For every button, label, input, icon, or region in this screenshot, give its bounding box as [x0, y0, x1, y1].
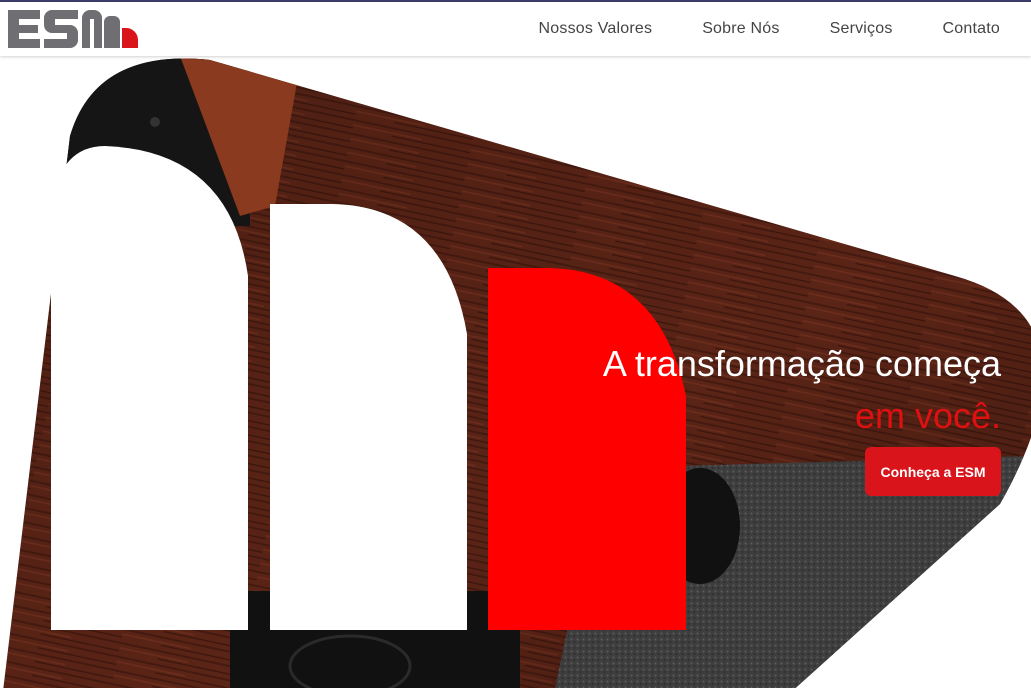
esm-logo[interactable]: [8, 8, 140, 50]
headline-line-1: A transformação começa: [602, 343, 1001, 384]
main-nav: Nossos Valores Sobre Nós Serviços Contat…: [489, 2, 1000, 56]
hero-section: A transformação começa em você. Conheça …: [0, 56, 1031, 688]
nav-item-sobre-nos[interactable]: Sobre Nós: [702, 20, 779, 38]
hero-headline: A transformação começa em você.: [603, 338, 1001, 442]
nav-item-nossos-valores[interactable]: Nossos Valores: [539, 20, 653, 38]
headline-line-2: em você.: [854, 395, 1001, 436]
nav-item-contato[interactable]: Contato: [943, 20, 1000, 38]
site-header: Nossos Valores Sobre Nós Serviços Contat…: [0, 2, 1031, 56]
hero-m-middle-stroke: [270, 204, 467, 630]
page: Nossos Valores Sobre Nós Serviços Contat…: [0, 0, 1031, 688]
nav-item-servicos[interactable]: Serviços: [830, 20, 893, 38]
hero-m-right-stroke: [488, 268, 686, 630]
hero-m-left-stroke: [51, 146, 248, 630]
conheca-esm-button[interactable]: Conheça a ESM: [865, 447, 1001, 496]
